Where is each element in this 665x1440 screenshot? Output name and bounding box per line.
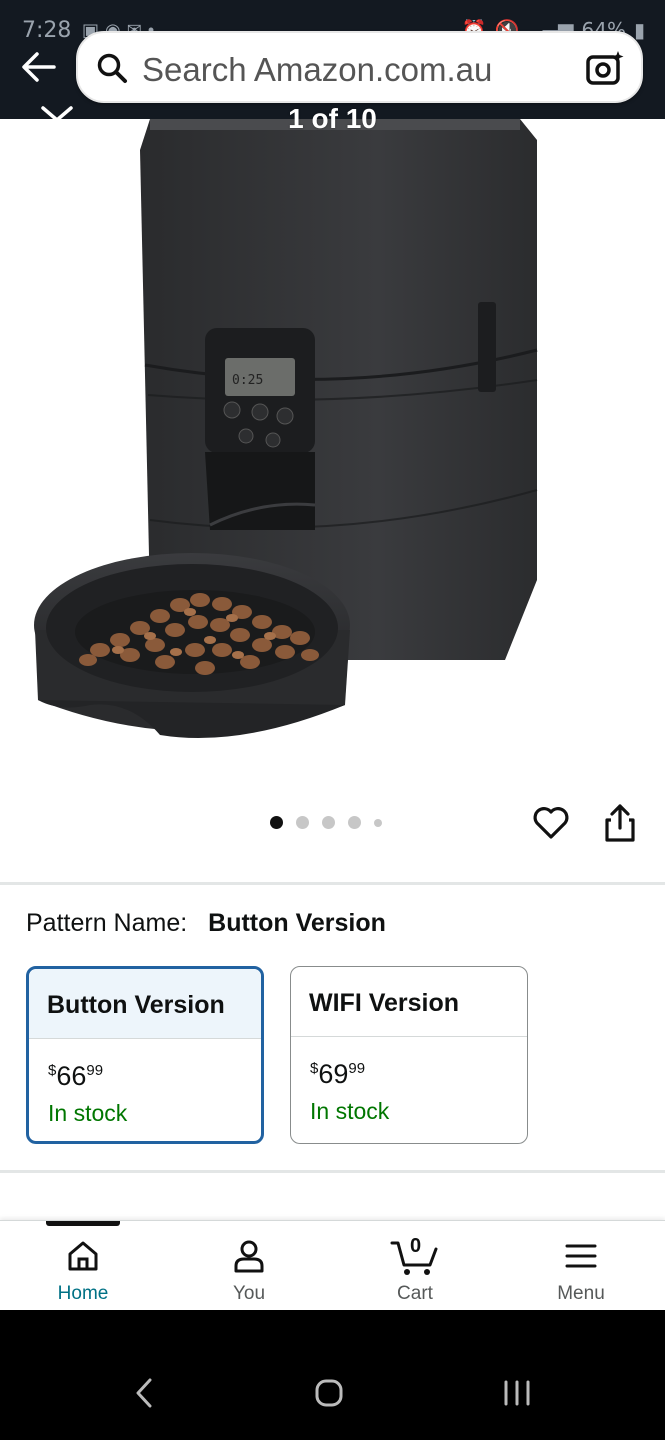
- carousel-dot[interactable]: [374, 818, 382, 827]
- variation-label-row: Pattern Name: Button Version: [26, 909, 386, 938]
- system-back-icon[interactable]: [134, 1378, 154, 1408]
- product-image[interactable]: 0:25: [0, 119, 665, 799]
- battery-icon: ▮: [633, 18, 645, 42]
- variant-price: $6699: [48, 1061, 104, 1091]
- svg-text:0:25: 0:25: [232, 373, 263, 388]
- variant-price: $6999: [310, 1059, 366, 1089]
- search-placeholder: Search Amazon.com.au: [142, 51, 493, 88]
- camera-lens-icon[interactable]: [585, 49, 625, 87]
- app-header: 7:28 ▣ ◉ ✉ • ⏰ 🔇 ▂▄▆ 64% ▮ Search Amazon…: [0, 0, 665, 119]
- system-navigation-bar: [0, 1310, 665, 1440]
- back-arrow-icon[interactable]: [20, 50, 58, 84]
- pet-feeder-image: 0:25: [34, 119, 538, 739]
- heart-icon[interactable]: [532, 804, 570, 842]
- section-divider: [0, 1170, 665, 1173]
- cart-count: 0: [410, 1235, 422, 1257]
- active-indicator: [46, 1221, 120, 1226]
- share-icon[interactable]: [603, 802, 637, 844]
- nav-cart[interactable]: 0 Cart: [332, 1221, 498, 1311]
- nav-home[interactable]: Home: [0, 1221, 166, 1311]
- variation-label: Pattern Name:: [26, 909, 188, 937]
- image-counter: 1 of 10: [288, 103, 377, 134]
- carousel-dot[interactable]: [296, 816, 309, 829]
- search-icon: [97, 53, 127, 83]
- variation-selected-value: Button Version: [208, 909, 386, 937]
- person-icon: [234, 1240, 264, 1273]
- variant-option-wifi-version[interactable]: WIFI Version $6999 In stock: [290, 966, 528, 1144]
- variant-stock-status: In stock: [310, 1098, 390, 1124]
- variant-option-button-version[interactable]: Button Version $6699 In stock: [26, 966, 264, 1144]
- nav-label: Home: [57, 1283, 109, 1304]
- nav-label: Menu: [557, 1283, 605, 1304]
- carousel-dot[interactable]: [270, 816, 283, 829]
- home-icon: [68, 1241, 98, 1271]
- variant-stock-status: In stock: [48, 1100, 128, 1126]
- system-home-icon[interactable]: [314, 1378, 344, 1408]
- variant-name: Button Version: [29, 969, 261, 1039]
- nav-you[interactable]: You: [166, 1221, 332, 1311]
- carousel-dot[interactable]: [322, 816, 335, 829]
- image-carousel-dots[interactable]: [270, 816, 382, 829]
- bottom-navigation: Home You 0 Cart Menu: [0, 1220, 665, 1310]
- nav-menu[interactable]: Menu: [498, 1221, 664, 1311]
- carousel-dot[interactable]: [348, 816, 361, 829]
- section-divider: [0, 882, 665, 885]
- system-recents-icon[interactable]: [502, 1378, 532, 1408]
- variant-name: WIFI Version: [291, 967, 527, 1037]
- nav-label: You: [232, 1283, 266, 1304]
- search-input[interactable]: Search Amazon.com.au: [76, 31, 643, 103]
- menu-icon: [565, 1244, 597, 1268]
- status-time: 7:28: [22, 18, 72, 43]
- nav-label: Cart: [397, 1283, 433, 1304]
